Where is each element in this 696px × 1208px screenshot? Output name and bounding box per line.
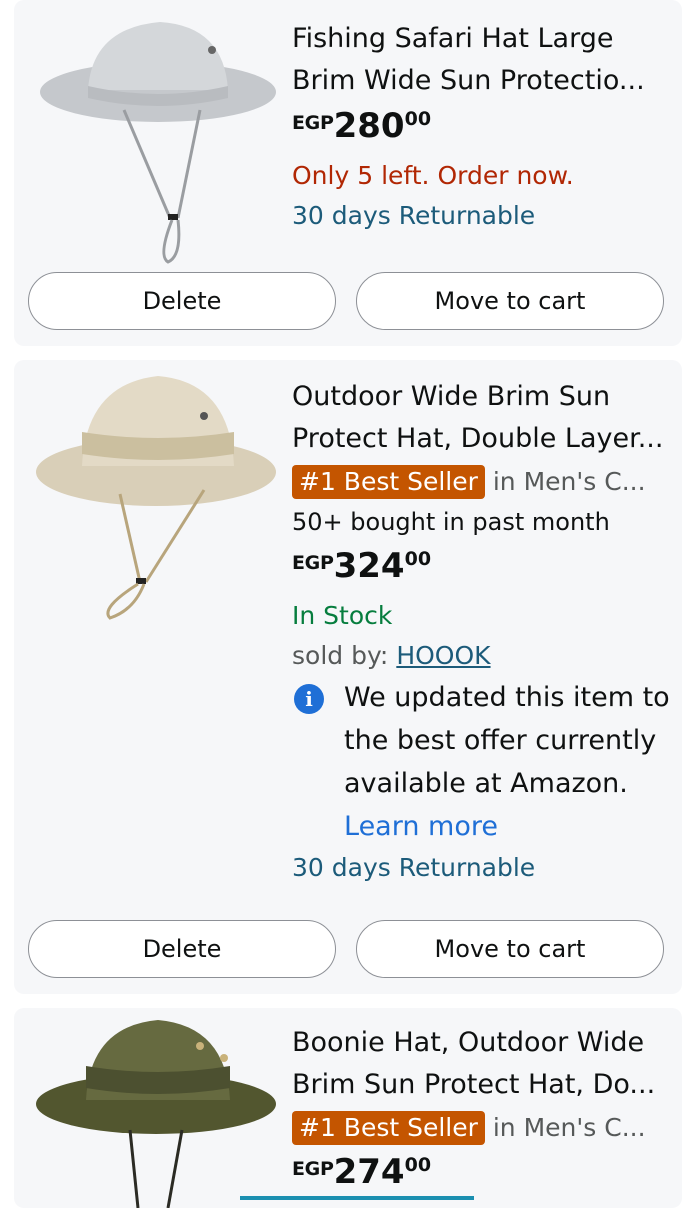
price-currency: EGP [292,1158,334,1180]
cart-item-card: Boonie Hat, Outdoor Wide Brim Sun Protec… [14,1008,682,1208]
availability-text: Only 5 left. Order now. [292,161,574,190]
product-title[interactable]: Boonie Hat, Outdoor Wide Brim Sun Protec… [292,1022,678,1106]
price-currency: EGP [292,552,334,574]
offer-update-notice: i We updated this item to the best offer… [292,676,678,848]
availability-text: In Stock [292,601,393,630]
price-whole: 324 [333,546,405,586]
price-whole: 274 [333,1152,405,1192]
category-text[interactable]: in Men's C... [493,1113,646,1142]
bought-count: 50+ bought in past month [292,508,610,536]
delete-button[interactable]: Delete [28,272,336,330]
bestseller-row: #1 Best Seller in Men's C... [292,462,678,502]
sold-by-label: sold by: [292,641,389,670]
product-image[interactable] [28,6,278,268]
best-seller-badge[interactable]: #1 Best Seller [292,465,485,499]
product-image[interactable] [28,370,278,632]
hat-image [36,1020,276,1208]
hat-image [40,22,276,264]
product-title[interactable]: Outdoor Wide Brim Sun Protect Hat, Doubl… [292,376,678,460]
product-image[interactable] [28,1018,278,1208]
seller-link[interactable]: HOOOK [396,641,490,670]
price-whole: 280 [333,106,405,146]
price-currency: EGP [292,112,334,134]
home-indicator [240,1196,474,1200]
product-info: Boonie Hat, Outdoor Wide Brim Sun Protec… [292,1022,678,1202]
bestseller-row: #1 Best Seller in Men's C... [292,1108,678,1148]
price-fraction: 00 [404,1154,432,1176]
best-seller-badge[interactable]: #1 Best Seller [292,1111,485,1145]
product-title[interactable]: Fishing Safari Hat Large Brim Wide Sun P… [292,18,678,102]
move-to-cart-button[interactable]: Move to cart [356,920,664,978]
hat-image [36,376,276,620]
price: EGP 274 00 [292,1150,678,1202]
info-icon: i [294,684,324,714]
notice-text: We updated this item to the best offer c… [344,682,670,799]
learn-more-link[interactable]: Learn more [344,811,498,842]
cart-item-card: Fishing Safari Hat Large Brim Wide Sun P… [14,0,682,346]
price: EGP 324 00 [292,544,678,596]
returnable-text: 30 days Returnable [292,853,536,882]
sold-by-row: sold by: HOOOK [292,636,678,676]
delete-button[interactable]: Delete [28,920,336,978]
move-to-cart-button[interactable]: Move to cart [356,272,664,330]
price: EGP 280 00 [292,104,678,156]
product-info: Fishing Safari Hat Large Brim Wide Sun P… [292,18,678,236]
price-fraction: 00 [404,548,432,570]
product-info: Outdoor Wide Brim Sun Protect Hat, Doubl… [292,376,678,888]
cart-item-card: Outdoor Wide Brim Sun Protect Hat, Doubl… [14,360,682,994]
category-text[interactable]: in Men's C... [493,467,646,496]
returnable-text: 30 days Returnable [292,201,536,230]
price-fraction: 00 [404,108,432,130]
